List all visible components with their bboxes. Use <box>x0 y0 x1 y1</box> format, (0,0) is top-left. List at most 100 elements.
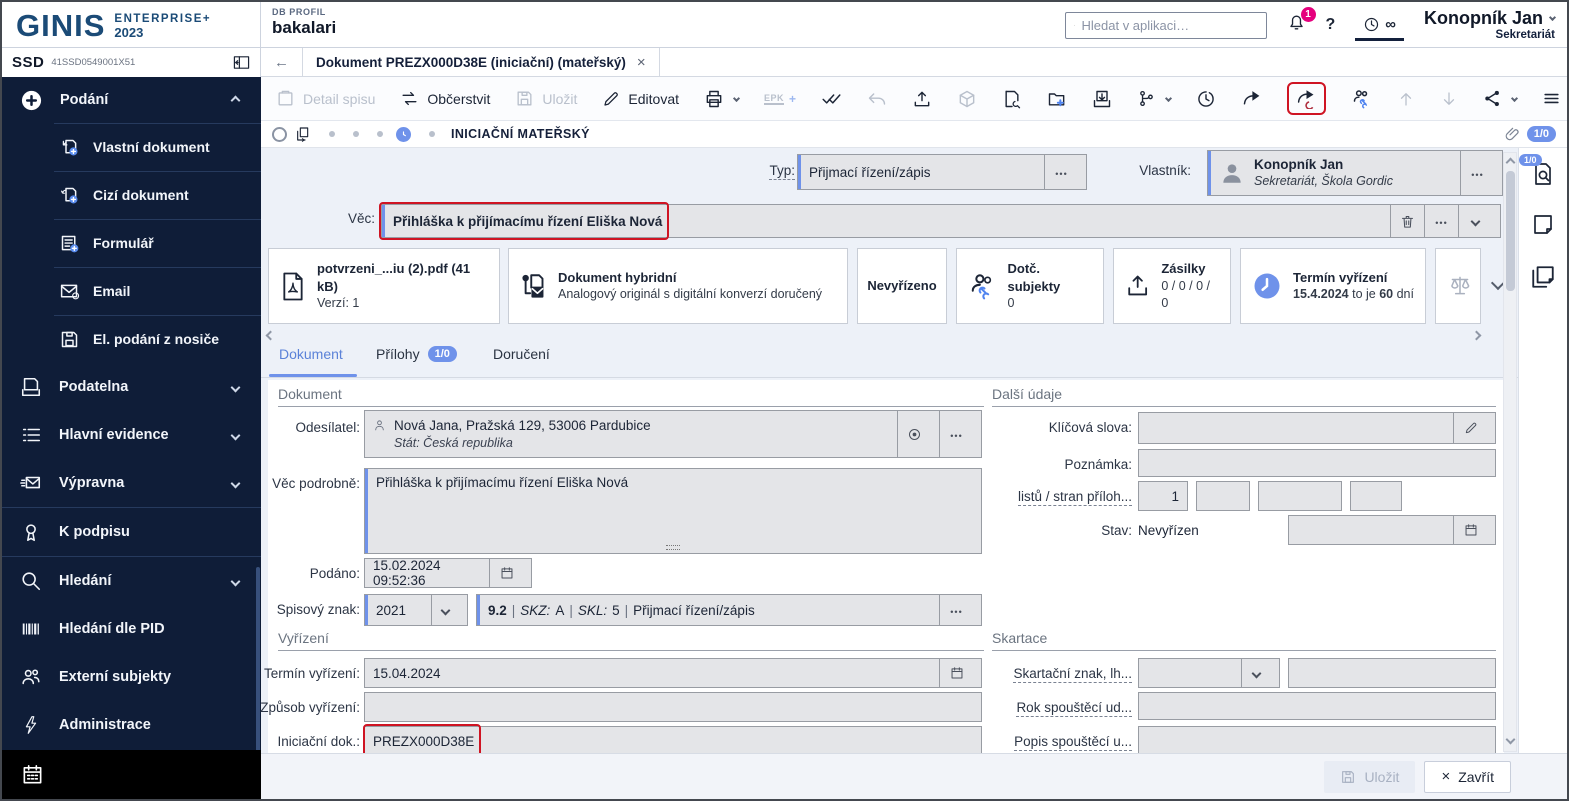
session-timer[interactable]: ∞ <box>1355 10 1404 41</box>
spisovy-detail-field[interactable]: 9.2 | SKZ: A | SKL: 5 | Přijmací řízení/zá… <box>476 594 982 626</box>
sidebar-item-hlavni-evidence[interactable]: Hlavní evidence <box>2 411 261 459</box>
package-button[interactable] <box>957 89 977 109</box>
sidebar-item-k-podpisu[interactable]: K podpisu <box>2 508 261 556</box>
document-tab[interactable]: Dokument PREZX000D38E (iniciační) (mateř… <box>302 48 660 76</box>
refresh-button[interactable]: Občerstvit <box>400 89 490 108</box>
listu-field-2[interactable] <box>1196 481 1250 511</box>
shipments-card[interactable]: Zásilky 0 / 0 / 0 / 0 <box>1113 248 1231 324</box>
toolbar-menu-button[interactable] <box>1542 89 1561 108</box>
hybrid-document-card[interactable]: Dokument hybridní Analogový originál s d… <box>508 248 848 324</box>
epk-button[interactable]: EPK + <box>764 92 796 106</box>
sidebar-item-externi-subjekty[interactable]: Externí subjekty <box>2 653 261 701</box>
vlastnik-more-button[interactable] <box>1460 151 1494 195</box>
collapse-sidebar-icon[interactable] <box>233 55 250 70</box>
scroll-up-icon[interactable] <box>1505 157 1515 168</box>
attachment-preview-button[interactable]: 1/0 <box>1519 154 1555 191</box>
workflow-button[interactable] <box>1137 89 1173 108</box>
vertical-scrollbar[interactable] <box>1503 152 1517 752</box>
termin-field[interactable]: 15.04.2024 <box>364 658 982 688</box>
add-to-folder-button[interactable] <box>1047 89 1067 109</box>
partial-card[interactable] <box>1435 248 1481 324</box>
tab-prilohy[interactable]: Přílohy 1/0 <box>376 346 457 362</box>
stav-calendar-button[interactable] <box>1453 516 1487 544</box>
edit-button[interactable]: Editovat <box>602 90 679 108</box>
termin-calendar-button[interactable] <box>939 659 973 687</box>
sidebar-item-administrace[interactable]: Administrace <box>2 701 261 749</box>
odesilatel-field[interactable]: Nová Jana, Pražská 129, 53006 Pardubice … <box>364 410 982 458</box>
sidebar-item-hledani[interactable]: Hledání <box>2 557 261 605</box>
document-settings-button[interactable] <box>1002 89 1022 109</box>
detail-spisu-button[interactable]: Detail spisu <box>276 89 375 108</box>
rok-field[interactable] <box>1138 692 1496 720</box>
sidebar-item-el-podani[interactable]: El. podání z nosiče <box>2 315 261 363</box>
approve-button[interactable] <box>821 88 842 109</box>
vec-expand-button[interactable] <box>1458 205 1492 237</box>
vec-podrobne-textarea[interactable]: Přihláška k přijímacímu řízení Eliška No… <box>364 468 982 554</box>
odesilatel-more-button[interactable] <box>939 411 973 457</box>
sidebar-item-email[interactable]: Email <box>2 267 261 315</box>
resize-grip[interactable] <box>666 545 680 550</box>
move-down-button[interactable] <box>1440 90 1458 108</box>
sidebar-item-hledani-pid[interactable]: Hledání dle PID <box>2 605 261 653</box>
vec-field[interactable]: Přihláška k přijímacímu řízení Eliška No… <box>379 202 1501 240</box>
odesilatel-view-button[interactable] <box>897 411 931 457</box>
vec-delete-button[interactable] <box>1390 205 1424 237</box>
stav-date-field[interactable] <box>1288 515 1496 545</box>
sidebar-item-vypravna[interactable]: Výpravna <box>2 459 261 507</box>
calendar-icon[interactable] <box>21 763 44 786</box>
sidebar-item-podatelna[interactable]: Podatelna <box>2 363 261 411</box>
related-subjects-button[interactable] <box>1351 88 1372 109</box>
klicova-field[interactable] <box>1138 412 1496 444</box>
back-button[interactable]: ← <box>261 54 302 71</box>
forward-button[interactable] <box>1241 88 1262 109</box>
insert-document-button[interactable] <box>1092 89 1112 109</box>
attachment-card[interactable]: potvrzeni_...iu (2).pdf (41 kB) Verzí: 1 <box>268 248 500 324</box>
sidebar-item-podani[interactable]: Podání <box>2 77 261 123</box>
subjects-card[interactable]: Dotč. subjekty 0 <box>956 248 1104 324</box>
user-menu[interactable]: Konopník Jan Sekretariát <box>1424 8 1557 41</box>
notifications-button[interactable]: 1 <box>1287 7 1316 37</box>
save-button[interactable]: Uložit <box>515 89 577 108</box>
help-button[interactable]: ? <box>1326 16 1336 34</box>
move-up-button[interactable] <box>1397 90 1415 108</box>
vec-more-button[interactable] <box>1424 205 1458 237</box>
listu-field-4[interactable] <box>1350 481 1402 511</box>
share-button[interactable] <box>1483 89 1519 108</box>
state-card[interactable]: Nevyřízeno <box>857 248 947 324</box>
spisovy-more-button[interactable] <box>939 595 973 625</box>
global-search[interactable] <box>1064 11 1267 39</box>
notes-stack-button[interactable] <box>1530 264 1556 295</box>
spisovy-rok-chevron[interactable] <box>431 595 459 625</box>
popis-field[interactable] <box>1138 726 1496 754</box>
listu-field-3[interactable] <box>1258 481 1342 511</box>
typ-more-button[interactable] <box>1044 155 1078 189</box>
sidebar-item-cizi-dokument[interactable]: Cizí dokument <box>2 171 261 219</box>
skartacni-chevron[interactable] <box>1241 659 1271 687</box>
listu-field-1[interactable]: 1 <box>1138 481 1188 511</box>
tab-dokument[interactable]: Dokument <box>279 346 343 362</box>
zpusob-field[interactable] <box>364 692 982 722</box>
scroll-down-icon[interactable] <box>1505 734 1515 745</box>
note-button[interactable] <box>1531 213 1555 242</box>
deadline-card[interactable]: Termín vyřízení 15.4.2024 to je 60 dní <box>1240 248 1426 324</box>
tab-doruceni[interactable]: Doručení <box>493 346 550 362</box>
skartacni-field-2[interactable] <box>1288 658 1496 688</box>
podano-field[interactable]: 15.02.2024 09:52:36 <box>364 558 532 588</box>
close-tab-icon[interactable]: × <box>637 54 646 71</box>
skartacni-select[interactable] <box>1138 658 1280 688</box>
print-button[interactable] <box>704 89 741 109</box>
podano-calendar-button[interactable] <box>489 559 523 587</box>
klicova-edit-button[interactable] <box>1453 413 1487 443</box>
upload-button[interactable] <box>912 89 932 109</box>
scroll-right-icon[interactable] <box>1471 330 1482 341</box>
forward-with-history-button-highlighted[interactable] <box>1287 82 1327 115</box>
sidebar-item-formular[interactable]: Formulář <box>2 219 261 267</box>
sidebar-item-vlastni-dokument[interactable]: Vlastní dokument <box>2 123 261 171</box>
footer-save-button[interactable]: Uložit <box>1324 760 1416 793</box>
vlastnik-field[interactable]: Konopník Jan Sekretariát, Škola Gordic <box>1207 150 1503 196</box>
footer-close-button[interactable]: × Zavřít <box>1424 760 1511 793</box>
history-button[interactable] <box>1196 89 1216 109</box>
iniciacni-field[interactable]: PREZX000D38E <box>363 724 982 758</box>
search-input[interactable] <box>1081 17 1258 33</box>
scroll-left-icon[interactable] <box>265 330 276 341</box>
